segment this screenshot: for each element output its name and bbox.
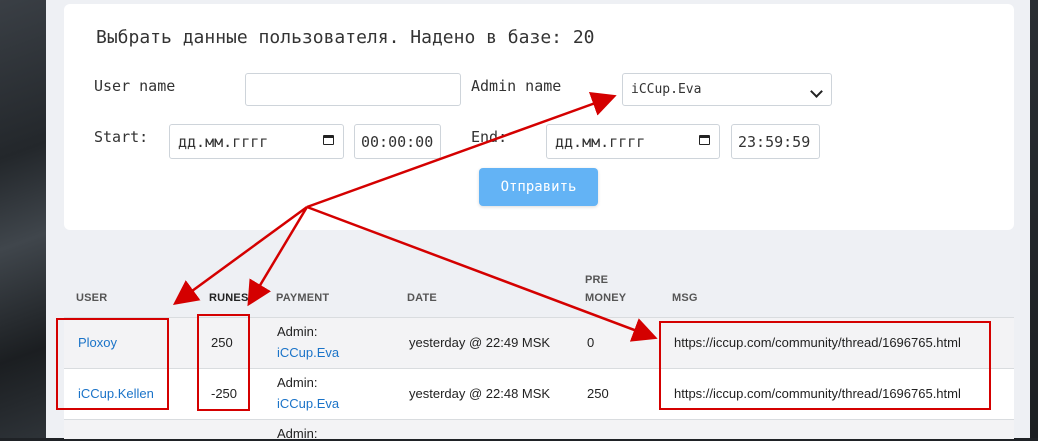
arrow-to-msg-box xyxy=(306,205,658,342)
arrow-to-admin-select xyxy=(306,92,617,209)
arrow-to-user-header xyxy=(172,205,308,305)
arrow-to-runes-header xyxy=(247,206,309,307)
annotation-arrows xyxy=(172,92,658,342)
